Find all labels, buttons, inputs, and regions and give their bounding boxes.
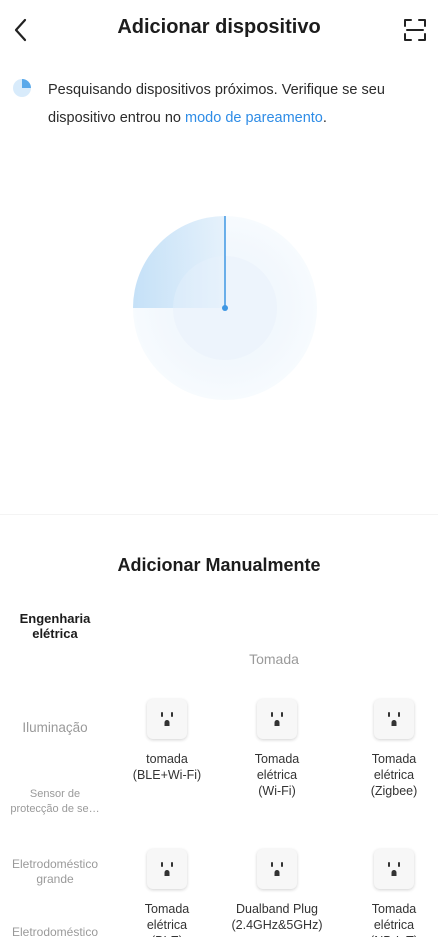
- sidebar-item-label: Iluminação: [22, 720, 88, 735]
- socket-icon: [374, 699, 414, 739]
- sidebar-item-safety-sensor[interactable]: Sensor de protecção de se…: [0, 787, 110, 817]
- header: Adicionar dispositivo: [0, 0, 438, 60]
- device-name: Dualband Plug (2.4GHz&5GHz): [231, 902, 323, 932]
- sidebar-item-appliance[interactable]: Eletrodoméstico: [0, 925, 110, 937]
- page-title: Adicionar dispositivo: [117, 16, 321, 38]
- sidebar-item-electrical-engineering[interactable]: Engenharia elétrica: [0, 611, 110, 641]
- sidebar-item-label: Sensor de protecção de se…: [10, 788, 100, 815]
- device-name: Tomada elétrica (Zigbee): [370, 752, 418, 798]
- sidebar-item-large-appliance[interactable]: Eletrodoméstico grande: [0, 857, 110, 887]
- device-name: Tomada elétrica (Wi-Fi): [254, 752, 300, 798]
- device-plug-ble[interactable]: Tomada elétrica (BLE): [119, 849, 215, 937]
- socket-icon: [257, 849, 297, 889]
- device-smart-plug-ble-wifi[interactable]: tomada (BLE+Wi-Fi): [119, 699, 215, 783]
- category-label: Tomada: [249, 651, 299, 667]
- radar-scanner: [133, 216, 317, 400]
- device-name: tomada (BLE+Wi-Fi): [132, 752, 202, 782]
- device-name: Tomada elétrica (NB-IoT): [370, 902, 418, 937]
- device-plug-wifi[interactable]: Tomada elétrica (Wi-Fi): [229, 699, 325, 799]
- pairing-mode-link[interactable]: modo de pareamento: [185, 110, 323, 126]
- sidebar-item-label: Eletrodoméstico: [11, 925, 99, 937]
- device-name: Tomada elétrica (BLE): [144, 902, 190, 937]
- notice-suffix: .: [322, 110, 327, 126]
- socket-icon: [257, 699, 297, 739]
- manual-add-title: Adicionar Manualmente: [117, 555, 321, 575]
- socket-icon: [147, 699, 187, 739]
- sidebar-item-label: Eletrodoméstico grande: [11, 857, 99, 886]
- sidebar-item-lighting[interactable]: Iluminação: [0, 720, 110, 735]
- socket-icon: [374, 849, 414, 889]
- manual-add-section: Adicionar Manualmente Engenharia elétric…: [0, 514, 438, 937]
- device-plug-nbiot[interactable]: Tomada elétrica (NB-IoT): [346, 849, 438, 937]
- sidebar-item-label: Engenharia elétrica: [19, 611, 91, 641]
- device-dualband-plug[interactable]: Dualband Plug (2.4GHz&5GHz): [229, 849, 325, 933]
- scan-icon[interactable]: [400, 15, 430, 45]
- device-plug-zigbee[interactable]: Tomada elétrica (Zigbee): [346, 699, 438, 799]
- searching-indicator-icon: [12, 78, 32, 98]
- searching-text: Pesquisando dispositivos próximos. Verif…: [48, 76, 428, 132]
- socket-icon: [147, 849, 187, 889]
